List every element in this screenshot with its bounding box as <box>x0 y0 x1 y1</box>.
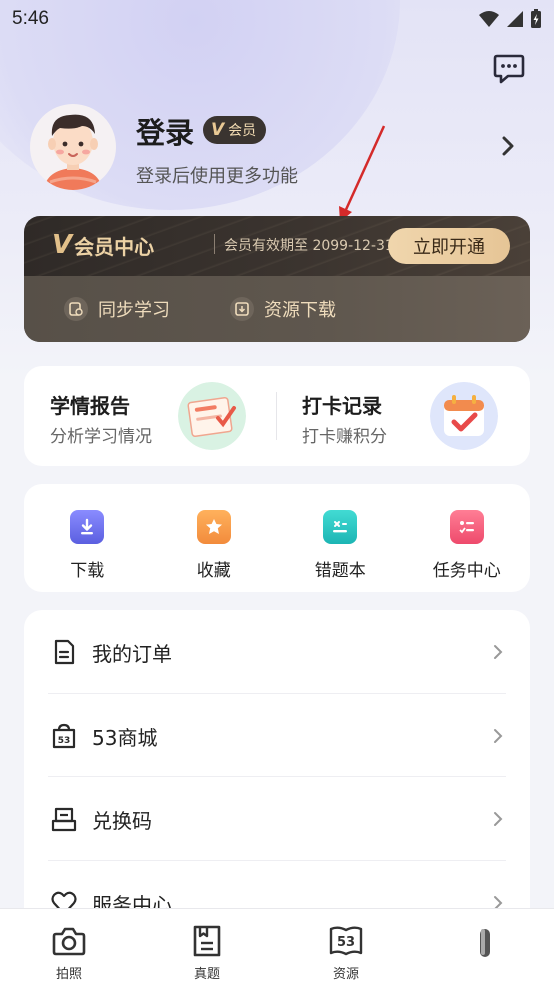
vip-feature-label: 同步学习 <box>98 300 170 321</box>
report-card: 学情报告 分析学习情况 打卡记录 打卡赚积分 <box>24 366 530 466</box>
exam-icon <box>193 925 221 957</box>
menu-item-53-shop[interactable]: 53 53商城 <box>24 694 530 778</box>
chevron-right-icon <box>494 645 503 659</box>
chevron-right-icon <box>494 812 503 826</box>
calendar-check-icon <box>430 382 498 450</box>
menu-item-label: 我的订单 <box>92 641 172 666</box>
vip-center-logo: V 会员中心 <box>52 230 154 260</box>
shop-icon-text: 53 <box>58 736 71 746</box>
resource-icon-text: 53 <box>337 935 355 950</box>
menu-item-my-orders[interactable]: 我的订单 <box>24 610 530 694</box>
vip-feature-resource-download[interactable]: 资源下载 <box>230 296 336 322</box>
shop-icon: 53 <box>52 723 76 749</box>
camera-icon <box>52 927 86 956</box>
study-report-subtitle: 分析学习情况 <box>50 427 152 447</box>
tool-wrong-book[interactable]: 错题本 <box>277 484 404 592</box>
tool-task-center[interactable]: 任务中心 <box>404 484 531 592</box>
message-icon[interactable] <box>492 52 526 86</box>
signal-icon <box>507 11 523 27</box>
annotation-arrow-icon <box>339 125 386 222</box>
vip-feature-label: 资源下载 <box>264 300 336 321</box>
wifi-icon <box>479 11 499 27</box>
vip-expire-text: 会员有效期至 2099-12-31 <box>224 238 394 254</box>
tools-card: 下载 收藏 错题本 任务中心 <box>24 484 530 592</box>
menu-item-redeem-code[interactable]: 兑换码 <box>24 777 530 861</box>
checkin-record-title: 打卡记录 <box>302 394 382 418</box>
login-title[interactable]: 登录 <box>136 110 194 152</box>
status-icons <box>478 9 542 29</box>
avatar-illustration <box>44 114 102 190</box>
vip-center-title: 会员中心 <box>74 234 155 259</box>
tab-mine[interactable] <box>444 909 524 984</box>
resource-53-icon: 53 <box>329 926 363 956</box>
tool-download[interactable]: 下载 <box>24 484 151 592</box>
task-icon <box>449 510 484 544</box>
vip-logo-v: V <box>52 230 73 260</box>
download-icon <box>70 510 105 544</box>
login-subtitle: 登录后使用更多功能 <box>136 166 298 187</box>
tool-label: 错题本 <box>314 561 366 581</box>
vip-badge-label: 会员 <box>228 123 257 139</box>
bottom-tab-bar: 拍照 真题 53 资源 <box>0 908 554 984</box>
redeem-icon <box>51 807 77 832</box>
study-report-illustration-icon <box>178 382 246 450</box>
tool-favorite[interactable]: 收藏 <box>151 484 278 592</box>
status-time: 5:46 <box>12 8 49 29</box>
vip-badge: V 会员 <box>203 116 267 144</box>
tool-label: 收藏 <box>196 561 231 581</box>
vip-badge-logo: V <box>211 120 225 140</box>
chevron-right-icon <box>494 729 503 743</box>
status-bar: 5:46 <box>0 0 554 38</box>
menu-item-label: 53商城 <box>92 725 158 750</box>
resource-download-icon <box>230 297 254 321</box>
tab-camera[interactable]: 拍照 <box>29 909 109 984</box>
tool-label: 下载 <box>70 561 105 581</box>
open-vip-button[interactable]: 立即开通 <box>388 228 510 264</box>
tab-label: 拍照 <box>55 967 82 982</box>
battery-icon <box>531 9 541 28</box>
tab-label: 真题 <box>193 967 220 982</box>
tool-label: 任务中心 <box>432 561 501 581</box>
study-report-entry[interactable]: 学情报告 分析学习情况 <box>24 366 276 466</box>
vip-center-card[interactable]: V 会员中心 会员有效期至 2099-12-31 立即开通 同步学习 资源下载 <box>24 216 530 342</box>
favorite-icon <box>196 510 231 544</box>
study-report-title: 学情报告 <box>50 394 130 418</box>
tab-label: 资源 <box>332 967 359 982</box>
order-icon <box>54 639 75 665</box>
chevron-right-icon[interactable] <box>498 134 518 158</box>
menu-item-label: 兑换码 <box>92 808 152 833</box>
vip-divider <box>214 234 215 254</box>
tab-exam[interactable]: 真题 <box>167 909 247 984</box>
mine-icon <box>480 929 490 957</box>
checkin-record-subtitle: 打卡赚积分 <box>302 427 387 447</box>
sync-study-icon <box>64 297 88 321</box>
avatar[interactable] <box>30 104 116 190</box>
profile-header[interactable]: 登录 V 会员 登录后使用更多功能 <box>30 104 524 192</box>
checkin-record-entry[interactable]: 打卡记录 打卡赚积分 <box>276 366 530 466</box>
vip-feature-sync-study[interactable]: 同步学习 <box>64 296 170 322</box>
tab-resource[interactable]: 53 资源 <box>306 909 386 984</box>
wrong-book-icon <box>323 510 358 544</box>
menu-card: 我的订单 53 53商城 兑换码 服务中心 <box>24 610 530 930</box>
